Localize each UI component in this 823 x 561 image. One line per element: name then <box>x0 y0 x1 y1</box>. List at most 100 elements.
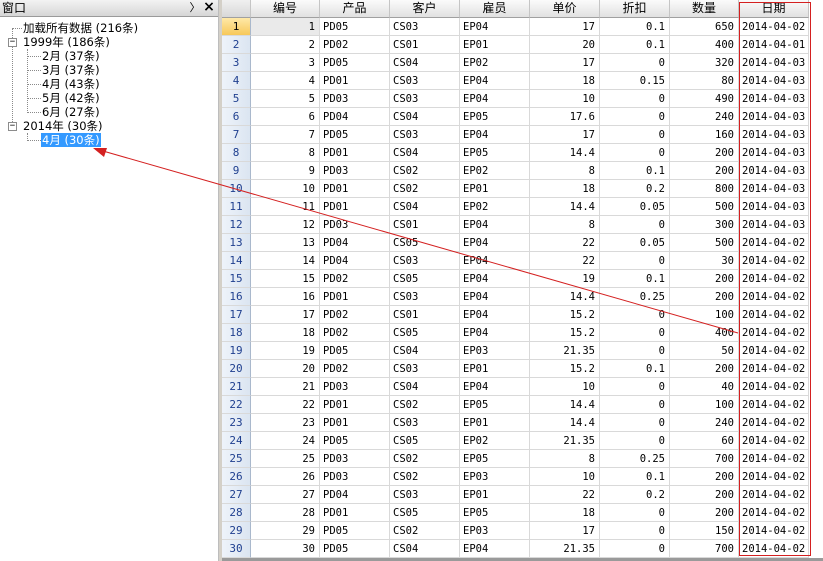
table-cell[interactable]: 0 <box>600 432 670 450</box>
table-cell[interactable]: 2014-04-02 <box>739 504 809 522</box>
table-row[interactable]: 21 21 PD03 CS04 EP04 10 0 40 2014-04-02 <box>222 378 823 396</box>
table-cell[interactable]: 2014-04-03 <box>739 144 809 162</box>
table-cell[interactable]: EP03 <box>460 468 530 486</box>
column-header[interactable]: 日期 <box>739 0 809 18</box>
column-header[interactable]: 单价 <box>530 0 600 18</box>
table-cell[interactable]: CS04 <box>390 342 460 360</box>
table-cell[interactable]: 0.25 <box>600 288 670 306</box>
table-cell[interactable]: 17.6 <box>530 108 600 126</box>
column-header[interactable]: 编号 <box>251 0 320 18</box>
tree-node-year-2014[interactable]: 2014年 (30条) <box>22 119 104 133</box>
row-header[interactable]: 29 <box>222 522 251 540</box>
table-cell[interactable]: 8 <box>530 162 600 180</box>
table-cell[interactable]: 17 <box>530 18 600 36</box>
row-header[interactable]: 25 <box>222 450 251 468</box>
table-cell[interactable]: PD04 <box>320 252 390 270</box>
table-cell[interactable]: 0 <box>600 324 670 342</box>
table-cell[interactable]: CS02 <box>390 180 460 198</box>
table-cell[interactable]: EP05 <box>460 504 530 522</box>
table-cell[interactable]: 160 <box>670 126 739 144</box>
row-header[interactable]: 2 <box>222 36 251 54</box>
table-cell[interactable]: 18 <box>251 324 320 342</box>
table-cell[interactable]: 200 <box>670 270 739 288</box>
row-header[interactable]: 27 <box>222 486 251 504</box>
table-cell[interactable]: EP04 <box>460 306 530 324</box>
tree-node-month[interactable]: 2月 (37条) <box>41 49 101 63</box>
row-header[interactable]: 13 <box>222 234 251 252</box>
table-cell[interactable]: 0.15 <box>600 72 670 90</box>
tree-node-all-data[interactable]: 加载所有数据 (216条) <box>22 21 139 35</box>
table-cell[interactable]: 40 <box>670 378 739 396</box>
table-cell[interactable]: PD03 <box>320 378 390 396</box>
row-header[interactable]: 7 <box>222 126 251 144</box>
column-header[interactable]: 产品 <box>320 0 390 18</box>
table-cell[interactable]: PD04 <box>320 486 390 504</box>
table-cell[interactable]: 0.2 <box>600 180 670 198</box>
table-cell[interactable]: 30 <box>670 252 739 270</box>
table-cell[interactable]: 26 <box>251 468 320 486</box>
table-cell[interactable]: 14.4 <box>530 396 600 414</box>
table-cell[interactable]: EP04 <box>460 288 530 306</box>
table-cell[interactable]: 0.05 <box>600 234 670 252</box>
grid-corner[interactable] <box>222 0 251 18</box>
table-cell[interactable]: 2014-04-03 <box>739 126 809 144</box>
table-cell[interactable]: 500 <box>670 234 739 252</box>
row-header[interactable]: 23 <box>222 414 251 432</box>
table-row[interactable]: 14 14 PD04 CS03 EP04 22 0 30 2014-04-02 <box>222 252 823 270</box>
table-cell[interactable]: 14 <box>251 252 320 270</box>
table-row[interactable]: 29 29 PD05 CS02 EP03 17 0 150 2014-04-02 <box>222 522 823 540</box>
collapse-toggle-icon[interactable]: − <box>8 38 17 47</box>
table-cell[interactable]: 14.4 <box>530 288 600 306</box>
table-row[interactable]: 26 26 PD03 CS02 EP03 10 0.1 200 2014-04-02 <box>222 468 823 486</box>
table-cell[interactable]: EP04 <box>460 324 530 342</box>
table-cell[interactable]: PD04 <box>320 108 390 126</box>
table-cell[interactable]: 2014-04-02 <box>739 450 809 468</box>
table-cell[interactable]: 0 <box>600 414 670 432</box>
table-row[interactable]: 3 3 PD05 CS04 EP02 17 0 320 2014-04-03 <box>222 54 823 72</box>
table-cell[interactable]: PD02 <box>320 306 390 324</box>
table-cell[interactable]: 100 <box>670 396 739 414</box>
table-cell[interactable]: EP05 <box>460 144 530 162</box>
table-cell[interactable]: 10 <box>530 468 600 486</box>
row-header[interactable]: 12 <box>222 216 251 234</box>
table-row[interactable]: 4 4 PD01 CS03 EP04 18 0.15 80 2014-04-03 <box>222 72 823 90</box>
table-cell[interactable]: 8 <box>251 144 320 162</box>
table-row[interactable]: 23 23 PD01 CS03 EP01 14.4 0 240 2014-04-02 <box>222 414 823 432</box>
row-header[interactable]: 8 <box>222 144 251 162</box>
table-cell[interactable]: 0 <box>600 378 670 396</box>
table-cell[interactable]: 22 <box>251 396 320 414</box>
tree-node-month[interactable]: 3月 (37条) <box>41 63 101 77</box>
table-cell[interactable]: EP01 <box>460 180 530 198</box>
table-cell[interactable]: CS04 <box>390 144 460 162</box>
table-cell[interactable]: 200 <box>670 162 739 180</box>
table-cell[interactable]: 200 <box>670 486 739 504</box>
table-cell[interactable]: 200 <box>670 144 739 162</box>
row-header[interactable]: 11 <box>222 198 251 216</box>
table-cell[interactable]: CS03 <box>390 486 460 504</box>
table-cell[interactable]: 4 <box>251 72 320 90</box>
row-header[interactable]: 24 <box>222 432 251 450</box>
table-cell[interactable]: CS05 <box>390 432 460 450</box>
table-cell[interactable]: 2014-04-02 <box>739 522 809 540</box>
tree-node-year-1999[interactable]: 1999年 (186条) <box>22 35 111 49</box>
table-cell[interactable]: CS03 <box>390 360 460 378</box>
table-cell[interactable]: 320 <box>670 54 739 72</box>
table-cell[interactable]: 700 <box>670 450 739 468</box>
table-cell[interactable]: EP02 <box>460 432 530 450</box>
table-cell[interactable]: EP04 <box>460 270 530 288</box>
table-cell[interactable]: 300 <box>670 216 739 234</box>
table-cell[interactable]: 0 <box>600 144 670 162</box>
row-header[interactable]: 26 <box>222 468 251 486</box>
table-cell[interactable]: PD03 <box>320 468 390 486</box>
table-cell[interactable]: EP01 <box>460 360 530 378</box>
table-cell[interactable]: 18 <box>530 180 600 198</box>
table-cell[interactable]: EP01 <box>460 414 530 432</box>
table-cell[interactable]: 13 <box>251 234 320 252</box>
table-row[interactable]: 15 15 PD02 CS05 EP04 19 0.1 200 2014-04-02 <box>222 270 823 288</box>
table-cell[interactable]: PD02 <box>320 36 390 54</box>
row-header[interactable]: 3 <box>222 54 251 72</box>
table-cell[interactable]: 0 <box>600 522 670 540</box>
table-cell[interactable]: 2014-04-03 <box>739 72 809 90</box>
table-cell[interactable]: EP05 <box>460 396 530 414</box>
table-cell[interactable]: 11 <box>251 198 320 216</box>
